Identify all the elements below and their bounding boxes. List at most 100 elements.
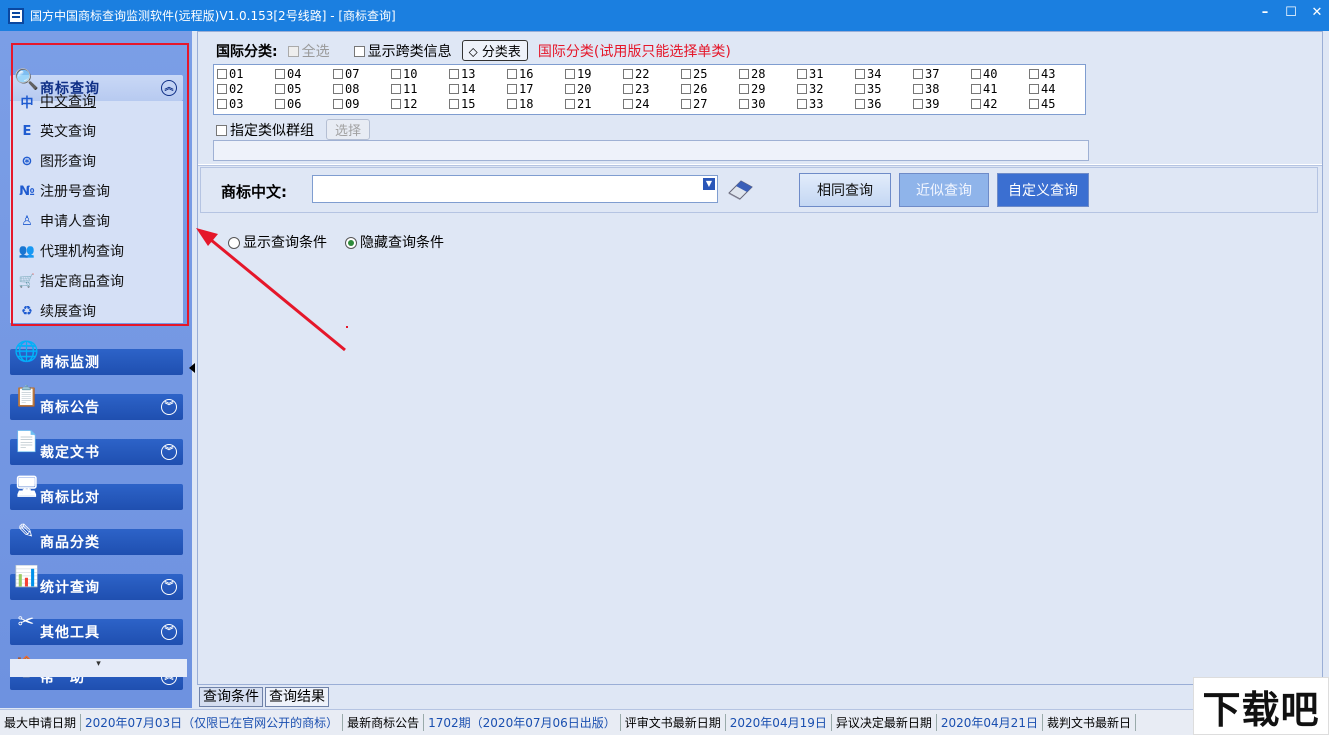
class-checkbox[interactable]: 33 <box>797 96 823 111</box>
class-checkbox[interactable]: 08 <box>333 81 359 96</box>
show-cross-checkbox[interactable]: 显示跨类信息 <box>353 41 452 61</box>
class-checkbox[interactable]: 29 <box>739 81 765 96</box>
english-icon: E <box>22 123 32 139</box>
similar-group-display <box>213 140 1089 161</box>
goods-icon: 🛒 <box>18 273 36 289</box>
sidebar-section-1[interactable]: 📋 商标公告 ︾ <box>10 384 183 420</box>
stats-icon: 📊 <box>14 564 39 588</box>
class-checkbox[interactable]: 04 <box>275 66 301 81</box>
class-checkbox[interactable]: 24 <box>623 96 649 111</box>
sidebar-subitem-0[interactable]: 中中文查询 <box>18 91 96 111</box>
class-checkbox[interactable]: 01 <box>217 66 243 81</box>
chevron-down-icon[interactable]: ︾ <box>161 399 177 415</box>
sidebar-subitem-label: 代理机构查询 <box>40 244 124 260</box>
class-checkbox[interactable]: 42 <box>971 96 997 111</box>
similar-search-button[interactable]: 近似查询 <box>899 173 989 207</box>
sidebar-section-0[interactable]: 🌐 商标监测 <box>10 339 183 375</box>
class-checkbox[interactable]: 21 <box>565 96 591 111</box>
tab-query-conditions[interactable]: 查询条件 <box>199 687 263 707</box>
class-checkbox[interactable]: 30 <box>739 96 765 111</box>
tab-query-results[interactable]: 查询结果 <box>265 687 329 707</box>
class-checkbox[interactable]: 27 <box>681 96 707 111</box>
class-checkbox[interactable]: 40 <box>971 66 997 81</box>
sidebar-subitem-label: 申请人查询 <box>40 214 110 230</box>
class-checkbox[interactable]: 41 <box>971 81 997 96</box>
chevron-down-icon[interactable]: ︾ <box>161 624 177 640</box>
sidebar-scroll-down[interactable]: ▾ <box>10 659 187 677</box>
class-checkbox[interactable]: 35 <box>855 81 881 96</box>
status-field: 2020年04月19日 <box>726 714 832 731</box>
sidebar-section-label: 统计查询 <box>40 580 100 596</box>
class-checkbox[interactable]: 32 <box>797 81 823 96</box>
class-checkbox[interactable]: 37 <box>913 66 939 81</box>
eraser-icon[interactable] <box>725 177 755 201</box>
similar-group-checkbox[interactable]: 指定类似群组 <box>216 120 314 140</box>
class-checkbox[interactable]: 10 <box>391 66 417 81</box>
status-bar: 最大申请日期 2020年07月03日（仅限已在官网公开的商标） 最新商标公告 1702… <box>0 709 1329 735</box>
sidebar-subitem-4[interactable]: ♙ 申请人查询 <box>18 211 110 231</box>
app-icon <box>8 7 24 24</box>
class-checkbox[interactable]: 17 <box>507 81 533 96</box>
class-checkbox[interactable]: 13 <box>449 66 475 81</box>
trademark-name-input[interactable]: ▼ <box>312 175 718 203</box>
class-checkbox[interactable]: 23 <box>623 81 649 96</box>
sidebar-subitem-6[interactable]: 🛒 指定商品查询 <box>18 271 124 291</box>
class-checkbox[interactable]: 22 <box>623 66 649 81</box>
class-checkbox[interactable]: 45 <box>1029 96 1055 111</box>
class-checkbox[interactable]: 05 <box>275 81 301 96</box>
class-checkbox[interactable]: 43 <box>1029 66 1055 81</box>
select-button[interactable]: 选择 <box>326 119 371 140</box>
shape-icon: ⊛ <box>21 153 33 169</box>
sidebar-subitem-2[interactable]: ⊛ 图形查询 <box>18 151 96 171</box>
class-checkbox[interactable]: 20 <box>565 81 591 96</box>
sidebar-section-4[interactable]: ✎ 商品分类 <box>10 519 183 555</box>
class-checkbox[interactable]: 38 <box>913 81 939 96</box>
maximize-button[interactable]: ☐ <box>1285 5 1297 20</box>
sidebar-subitem-1[interactable]: E 英文查询 <box>18 121 96 141</box>
sidebar-collapse-icon[interactable] <box>189 363 195 373</box>
class-checkbox[interactable]: 19 <box>565 66 591 81</box>
chevron-down-icon[interactable]: ︾ <box>161 579 177 595</box>
chevron-up-icon[interactable]: ︽ <box>161 80 177 96</box>
close-button[interactable]: ✕ <box>1311 5 1323 20</box>
class-checkbox[interactable]: 12 <box>391 96 417 111</box>
class-checkbox[interactable]: 25 <box>681 66 707 81</box>
class-checkbox[interactable]: 28 <box>739 66 765 81</box>
sidebar-subitem-3[interactable]: № 注册号查询 <box>18 181 110 201</box>
select-all-checkbox[interactable]: 全选 <box>287 41 330 61</box>
class-checkbox[interactable]: 26 <box>681 81 707 96</box>
chevron-down-icon[interactable]: ︾ <box>161 444 177 460</box>
class-checkbox[interactable]: 02 <box>217 81 243 96</box>
class-checkbox[interactable]: 31 <box>797 66 823 81</box>
status-field: 评审文书最新日期 <box>621 714 726 731</box>
hide-conditions-radio[interactable]: 隐藏查询条件 <box>345 232 444 252</box>
class-checkbox[interactable]: 36 <box>855 96 881 111</box>
class-checkbox[interactable]: 11 <box>391 81 417 96</box>
class-table-button[interactable]: ⬦ 分类表 <box>461 40 528 61</box>
sidebar-section-5[interactable]: 📊 统计查询 ︾ <box>10 564 183 600</box>
exact-search-button[interactable]: 相同查询 <box>799 173 891 207</box>
window-controls: – ☐ ✕ <box>1259 5 1323 20</box>
class-checkbox[interactable]: 15 <box>449 96 475 111</box>
sidebar-subitem-5[interactable]: 👥 代理机构查询 <box>18 241 124 261</box>
custom-search-button[interactable]: 自定义查询 <box>997 173 1089 207</box>
class-checkbox[interactable]: 14 <box>449 81 475 96</box>
sidebar-section-2[interactable]: 📄 裁定文书 ︾ <box>10 429 183 465</box>
sidebar-section-label: 商品分类 <box>40 535 100 551</box>
class-checkbox[interactable]: 09 <box>333 96 359 111</box>
show-conditions-radio[interactable]: 显示查询条件 <box>228 232 327 252</box>
dropdown-arrow-icon[interactable]: ▼ <box>703 178 715 190</box>
class-checkbox[interactable]: 18 <box>507 96 533 111</box>
sidebar-section-6[interactable]: ✂ 其他工具 ︾ <box>10 609 183 645</box>
class-checkbox[interactable]: 07 <box>333 66 359 81</box>
class-checkbox[interactable]: 03 <box>217 96 243 111</box>
class-checkbox[interactable]: 34 <box>855 66 881 81</box>
class-checkbox[interactable]: 44 <box>1029 81 1055 96</box>
condition-radio-group: 显示查询条件 隐藏查询条件 <box>228 232 444 252</box>
class-checkbox[interactable]: 16 <box>507 66 533 81</box>
class-checkbox[interactable]: 06 <box>275 96 301 111</box>
sidebar-subitem-7[interactable]: ♻ 续展查询 <box>18 301 96 321</box>
minimize-button[interactable]: – <box>1259 5 1271 20</box>
sidebar-section-3[interactable]: 🖥 商标比对 <box>10 474 183 510</box>
class-checkbox[interactable]: 39 <box>913 96 939 111</box>
